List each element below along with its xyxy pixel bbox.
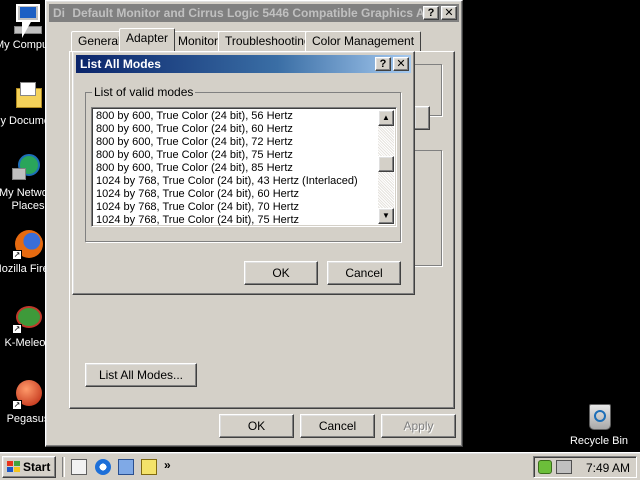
window-title-prefix: Di	[53, 6, 65, 20]
help-button[interactable]: ?	[375, 57, 391, 71]
mode-list-item[interactable]: 800 by 600, True Color (24 bit), 85 Hert…	[94, 162, 376, 175]
modes-listbox[interactable]: 800 by 600, True Color (24 bit), 56 Hert…	[91, 107, 397, 227]
list-modes-titlebar[interactable]: List All Modes ? ✕	[76, 55, 411, 73]
shortcut-arrow-icon: ↗	[12, 324, 22, 334]
k-meleon-icon: ↗	[12, 302, 44, 334]
mouse-pointer-icon	[22, 20, 32, 38]
show-desktop-icon[interactable]	[71, 459, 87, 475]
start-label: Start	[23, 460, 51, 474]
taskbar-separator	[62, 457, 65, 477]
mode-list-item[interactable]: 1024 by 768, True Color (24 bit), 43 Her…	[94, 175, 376, 188]
ok-button[interactable]: OK	[219, 414, 294, 438]
start-button[interactable]: Start	[2, 456, 56, 478]
search-icon[interactable]	[141, 459, 157, 475]
scroll-down-button[interactable]: ▼	[378, 208, 394, 224]
desktop-icon-recycle-bin[interactable]: Recycle Bin	[559, 400, 639, 448]
vertical-scrollbar[interactable]: ▲ ▼	[378, 110, 394, 224]
mode-list-item[interactable]: 1024 by 768, True Color (24 bit), 60 Her…	[94, 188, 376, 201]
properties-titlebar[interactable]: Di Default Monitor and Cirrus Logic 5446…	[49, 4, 459, 22]
clock[interactable]: 7:49 AM	[586, 460, 630, 476]
system-tray: 7:49 AM	[533, 456, 637, 478]
shortcut-arrow-icon: ↗	[12, 400, 22, 410]
mode-list-item[interactable]: 800 by 600, True Color (24 bit), 75 Hert…	[94, 149, 376, 162]
scroll-down-arrow-icon: ▼	[382, 211, 390, 220]
network-places-icon	[12, 152, 44, 184]
close-button[interactable]: ✕	[441, 6, 457, 20]
my-documents-icon	[12, 80, 44, 112]
taskbar: Start » 7:49 AM	[0, 452, 640, 480]
mode-list-item[interactable]: 800 by 600, True Color (24 bit), 72 Hert…	[94, 136, 376, 149]
dialog-title: List All Modes	[80, 57, 161, 71]
tray-display-icon[interactable]	[556, 460, 572, 474]
list-all-modes-button[interactable]: List All Modes...	[85, 363, 197, 387]
desktop-icon-label: Recycle Bin	[569, 435, 629, 447]
close-button[interactable]: ✕	[393, 57, 409, 71]
dialog-ok-button[interactable]: OK	[244, 261, 318, 285]
scroll-up-button[interactable]: ▲	[378, 110, 394, 126]
outlook-express-icon[interactable]	[118, 459, 134, 475]
windows-logo-icon	[7, 461, 21, 473]
mode-list-item[interactable]: 1024 by 768, True Color (24 bit), 70 Her…	[94, 201, 376, 214]
mode-list-item[interactable]: 800 by 600, True Color (24 bit), 56 Hert…	[94, 110, 376, 123]
scroll-thumb[interactable]	[378, 156, 394, 172]
tab-monitor[interactable]: Monitor	[171, 31, 226, 51]
ie-icon[interactable]	[95, 459, 111, 475]
firefox-icon: ↗	[12, 228, 44, 260]
apply-button[interactable]: Apply	[381, 414, 456, 438]
shortcut-arrow-icon: ↗	[12, 250, 22, 260]
group-label: List of valid modes	[92, 85, 196, 99]
cancel-button[interactable]: Cancel	[300, 414, 375, 438]
quick-launch-chevron[interactable]: »	[164, 458, 171, 472]
dialog-cancel-button[interactable]: Cancel	[327, 261, 401, 285]
tab-troubleshooting[interactable]: Troubleshooting	[218, 31, 318, 51]
list-modes-dialog: List All Modes ? ✕ List of valid modes 8…	[72, 51, 415, 295]
mode-list-item[interactable]: 1024 by 768, True Color (24 bit), 75 Her…	[94, 214, 376, 226]
tab-adapter[interactable]: Adapter	[119, 28, 176, 52]
scroll-up-arrow-icon: ▲	[382, 113, 390, 122]
pegasus-icon: ↗	[12, 378, 44, 410]
help-button[interactable]: ?	[423, 6, 439, 20]
mode-list-item[interactable]: 800 by 600, True Color (24 bit), 60 Hert…	[94, 123, 376, 136]
modes-list: 800 by 600, True Color (24 bit), 56 Hert…	[94, 110, 376, 226]
properties-side-button[interactable]	[414, 106, 430, 130]
tab-color-management[interactable]: Color Management	[305, 31, 422, 51]
recycle-bin-icon	[583, 400, 615, 432]
window-title: Default Monitor and Cirrus Logic 5446 Co…	[72, 6, 425, 20]
tray-network-icon[interactable]	[538, 460, 552, 474]
